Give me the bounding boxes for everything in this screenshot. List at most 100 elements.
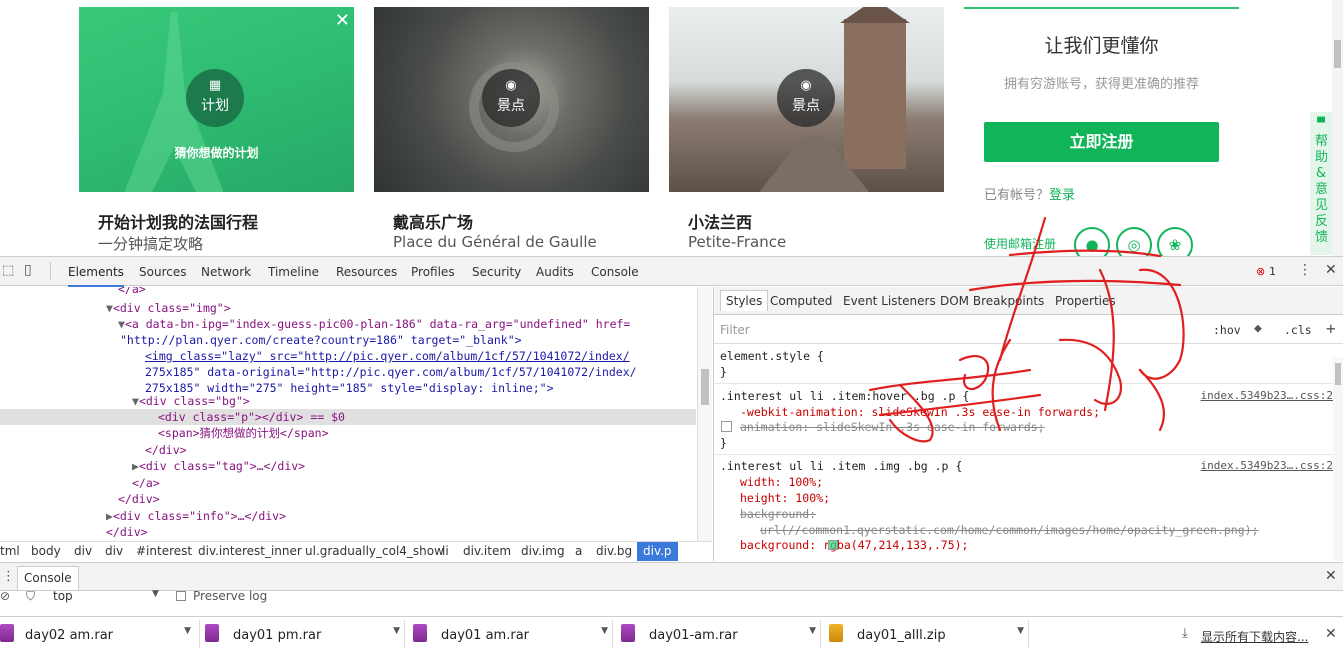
download-item[interactable]: day01 am.rar ▼ xyxy=(413,620,613,648)
card-title[interactable]: 小法兰西 xyxy=(688,209,752,233)
filter-icon[interactable]: ⛉ xyxy=(26,589,35,604)
crumb[interactable]: div.item xyxy=(463,544,511,558)
crumb[interactable]: div xyxy=(105,544,123,558)
width-property[interactable]: width: 100%; xyxy=(740,475,823,489)
background-url-value[interactable]: url(//common1.qyerstatic.com/home/common… xyxy=(760,523,1259,537)
crumb[interactable]: div.bg xyxy=(596,544,632,558)
scrollbar-thumb[interactable] xyxy=(1334,40,1341,68)
dom-line[interactable]: </a> xyxy=(132,475,160,491)
dom-line[interactable]: ▶<div class="info">…</div> xyxy=(106,508,286,524)
close-devtools-icon[interactable]: ✕ xyxy=(1325,262,1337,278)
tab-security[interactable]: Security xyxy=(472,265,521,279)
tab-computed[interactable]: Computed xyxy=(770,294,832,308)
collapse-triangle-icon[interactable]: ▶ xyxy=(106,509,113,523)
dom-line[interactable]: ▼<a data-bn-ipg="index-guess-pic00-plan-… xyxy=(118,316,630,332)
crumb[interactable]: tml xyxy=(0,544,20,558)
crumb[interactable]: body xyxy=(31,544,61,558)
property-checkbox[interactable] xyxy=(721,421,732,432)
background-image-property[interactable]: background: xyxy=(740,507,816,521)
dom-line[interactable]: </div> xyxy=(118,491,160,507)
styles-scrollbar[interactable] xyxy=(1333,357,1343,561)
scrollbar-thumb[interactable] xyxy=(1335,363,1341,385)
hover-state-toggle[interactable]: :hov xyxy=(1213,323,1241,337)
tab-console-drawer[interactable]: Console xyxy=(17,566,79,590)
close-icon[interactable]: ✕ xyxy=(335,10,350,31)
tab-timeline[interactable]: Timeline xyxy=(268,265,319,279)
inspect-icon[interactable]: ⬚ xyxy=(2,263,14,278)
styles-filter-input[interactable]: Filter xyxy=(720,323,750,337)
crumb[interactable]: div.img xyxy=(521,544,565,558)
tab-audits[interactable]: Audits xyxy=(536,265,574,279)
expand-triangle-icon[interactable]: ▼ xyxy=(118,317,125,331)
close-shelf-icon[interactable]: ✕ xyxy=(1325,626,1337,642)
dom-line[interactable]: </a> xyxy=(118,287,146,297)
tab-sources[interactable]: Sources xyxy=(139,265,186,279)
card-image[interactable]: ◉ 景点 xyxy=(669,7,944,192)
chevron-down-icon[interactable]: ▼ xyxy=(809,626,816,636)
clear-console-icon[interactable]: ⊘ xyxy=(0,589,10,603)
dom-line-selected[interactable]: <div class="p"></div> == $0 xyxy=(158,409,345,425)
height-property[interactable]: height: 100%; xyxy=(740,491,830,505)
card-image[interactable]: ◉ 景点 xyxy=(374,7,649,192)
tab-elements[interactable]: Elements xyxy=(68,265,124,287)
background-color-property[interactable]: background: rgba(47,214,133,.75); xyxy=(740,538,968,552)
close-drawer-icon[interactable]: ✕ xyxy=(1325,568,1337,584)
tab-styles[interactable]: Styles xyxy=(720,290,769,311)
chevron-down-icon[interactable]: ▼ xyxy=(152,589,159,599)
dom-line[interactable]: "http://plan.qyer.com/create?country=186… xyxy=(120,332,522,348)
tab-network[interactable]: Network xyxy=(201,265,251,279)
expand-triangle-icon[interactable]: ▼ xyxy=(132,394,139,408)
expand-triangle-icon[interactable]: ▼ xyxy=(106,301,113,315)
dom-line[interactable]: ▶<div class="tag">…</div> xyxy=(132,458,305,474)
dom-line[interactable]: ▼<div class="bg"> xyxy=(132,393,250,409)
error-count[interactable]: 1 xyxy=(1269,265,1276,278)
element-style-rule[interactable]: element.style { xyxy=(720,349,824,363)
dom-line[interactable]: <span>猜你想做的计划</span> xyxy=(158,425,329,441)
preserve-log-checkbox[interactable] xyxy=(176,591,186,601)
error-icon[interactable]: ⊗ xyxy=(1256,265,1265,278)
tab-console[interactable]: Console xyxy=(591,265,639,279)
page-scrollbar[interactable] xyxy=(1332,0,1343,256)
context-select[interactable]: top xyxy=(53,589,73,603)
add-rule-icon[interactable]: + xyxy=(1326,319,1336,338)
download-item[interactable]: day02 am.rar ▼ xyxy=(0,620,200,648)
color-format-icon[interactable]: ◆ xyxy=(1254,321,1262,336)
dom-line[interactable]: </div> xyxy=(145,442,187,458)
download-item[interactable]: day01-am.rar ▼ xyxy=(621,620,821,648)
chevron-down-icon[interactable]: ▼ xyxy=(184,626,191,636)
card-place-charles-de-gaulle[interactable]: ◉ 景点 戴高乐广场 Place du Général de Gaulle xyxy=(374,7,649,256)
download-item[interactable]: day01_alll.zip ▼ xyxy=(829,620,1029,648)
crumb[interactable]: ul.gradually_col4_show xyxy=(305,544,444,558)
tab-resources[interactable]: Resources xyxy=(336,265,397,279)
hover-rule-source-link[interactable]: index.5349b23….css:2 xyxy=(1201,389,1333,402)
crumb[interactable]: div.interest_inner xyxy=(198,544,302,558)
more-menu-icon[interactable]: ⋮ xyxy=(1298,262,1312,278)
card-title[interactable]: 开始计划我的法国行程 xyxy=(98,209,258,233)
class-toggle[interactable]: .cls xyxy=(1284,323,1312,337)
login-link[interactable]: 登录 xyxy=(1049,188,1075,203)
elements-scrollbar[interactable] xyxy=(697,287,712,541)
dom-line[interactable]: ▼<div class="img"> xyxy=(106,300,231,316)
card-title[interactable]: 戴高乐广场 xyxy=(393,209,473,233)
crumb[interactable]: li xyxy=(442,544,449,558)
show-all-downloads-link[interactable]: 显示所有下载内容... xyxy=(1201,628,1308,645)
elements-tree[interactable]: </a> ▼<div class="img"> ▼<a data-bn-ipg=… xyxy=(0,287,712,541)
card-plan[interactable]: ▦ 计划 猜你想做的计划 ✕ 开始计划我的法国行程 一分钟搞定攻略 xyxy=(79,7,354,256)
card-image[interactable]: ▦ 计划 猜你想做的计划 ✕ xyxy=(79,7,354,192)
chevron-down-icon[interactable]: ▼ xyxy=(393,626,400,636)
chevron-down-icon[interactable]: ▼ xyxy=(1017,626,1024,636)
dom-line[interactable]: <img class="lazy" src="http://pic.qyer.c… xyxy=(145,348,630,364)
device-mode-icon[interactable]: ▯ xyxy=(24,262,32,278)
collapse-triangle-icon[interactable]: ▶ xyxy=(132,459,139,473)
crumb[interactable]: a xyxy=(575,544,582,558)
help-feedback-tab[interactable]: ▀ 帮助&意见反馈 xyxy=(1310,112,1332,255)
bg-p-rule-selector[interactable]: .interest ul li .item .img .bg .p { xyxy=(720,459,962,473)
chevron-down-icon[interactable]: ▼ xyxy=(601,626,608,636)
dom-line[interactable]: </div> xyxy=(106,524,148,540)
crumb-active[interactable]: div.p xyxy=(637,542,678,561)
crumb[interactable]: #interest xyxy=(136,544,192,558)
download-item[interactable]: day01 pm.rar ▼ xyxy=(205,620,405,648)
drawer-menu-icon[interactable]: ⋮ xyxy=(2,569,15,584)
bg-p-rule-source-link[interactable]: index.5349b23….css:2 xyxy=(1201,459,1333,472)
register-button[interactable]: 立即注册 xyxy=(984,122,1219,162)
